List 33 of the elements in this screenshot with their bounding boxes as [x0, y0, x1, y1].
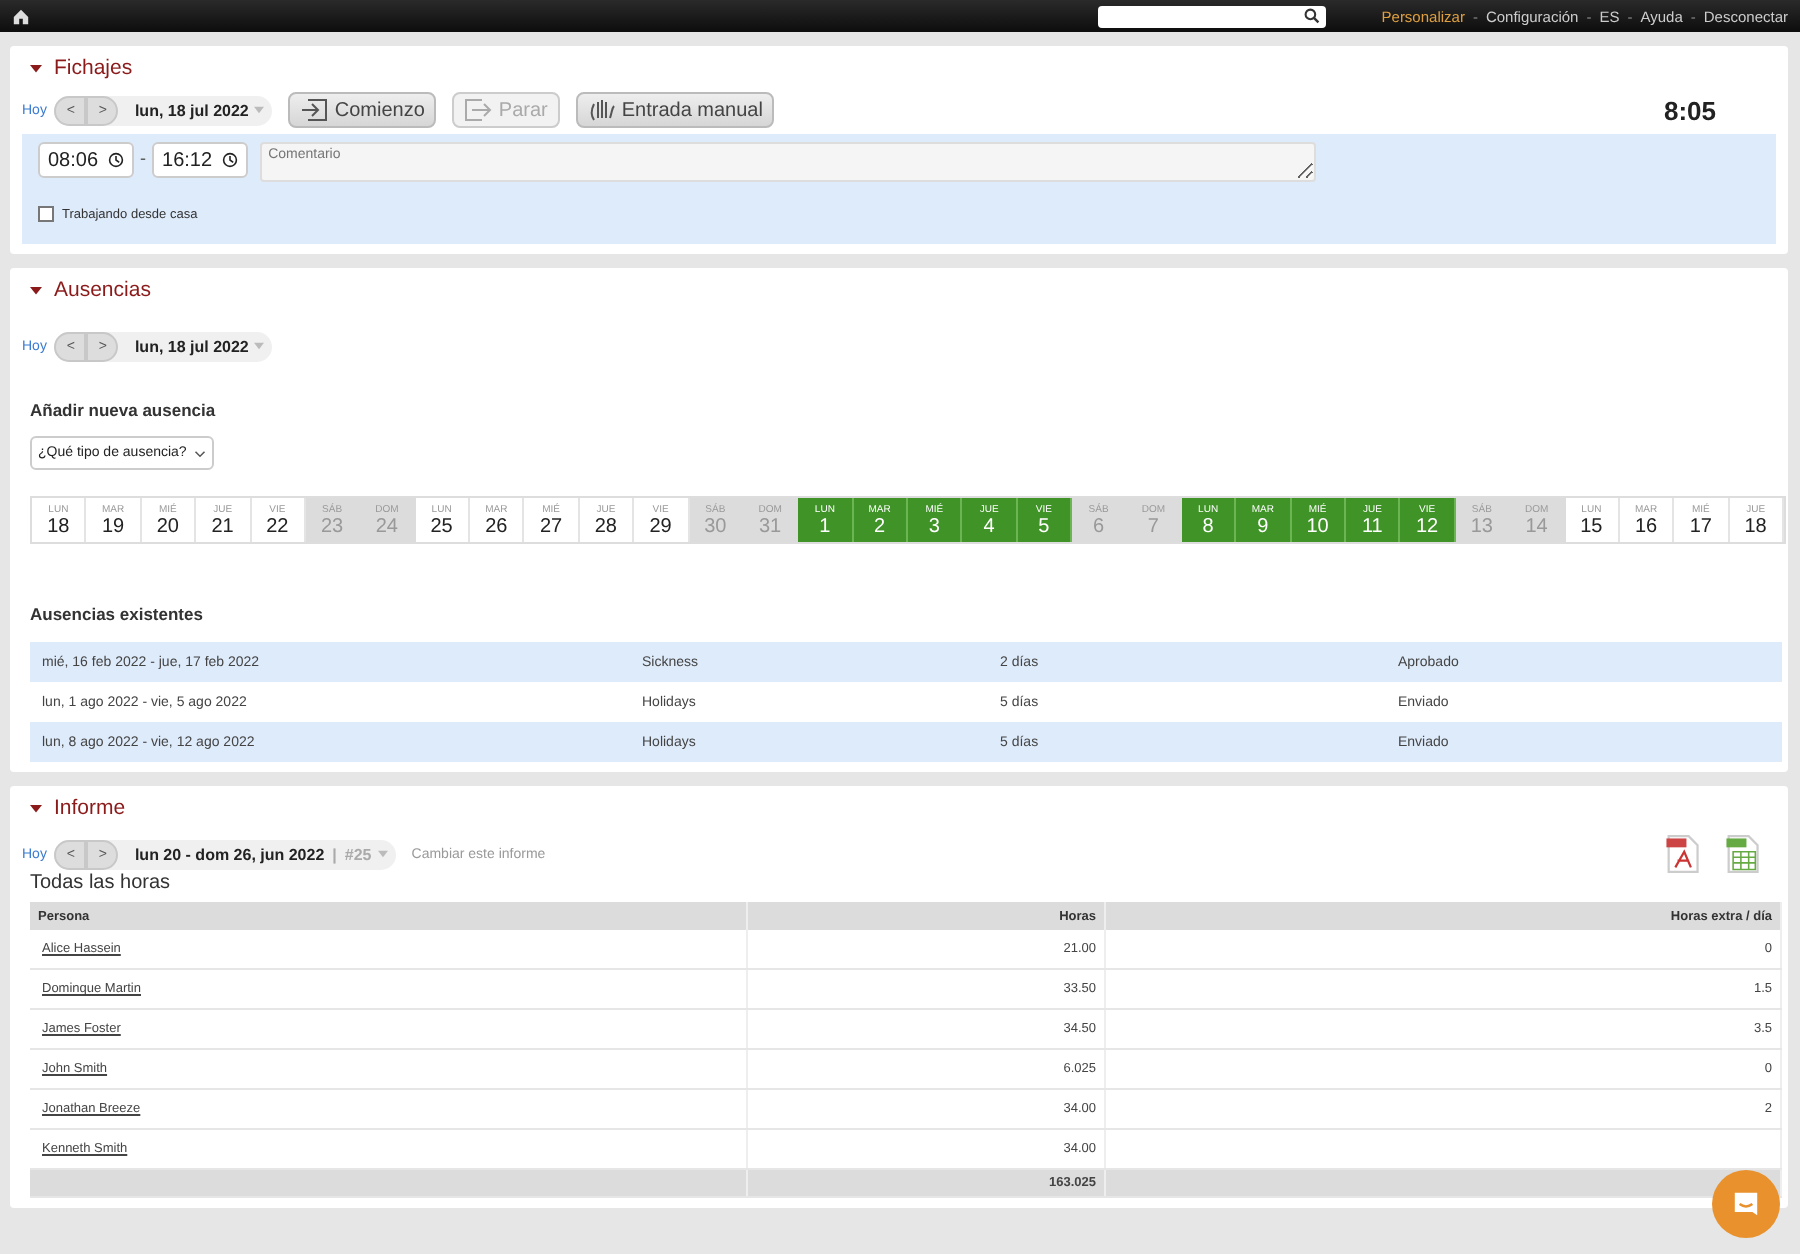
expanded-triangle-icon[interactable] [30, 62, 42, 74]
section-title[interactable]: Fichajes [54, 56, 133, 80]
home-icon[interactable] [12, 7, 30, 25]
search-icon[interactable] [1303, 8, 1320, 24]
action-button[interactable]: Comienzo [288, 92, 437, 128]
enter-arrow-icon [300, 98, 329, 122]
subsection-heading: Añadir nueva ausencia [30, 400, 218, 420]
search-field[interactable] [1097, 5, 1326, 27]
week-picker[interactable]: lun 20 - dom 26, jun 2022 [134, 845, 325, 863]
clock-icon[interactable] [222, 152, 239, 168]
date-picker[interactable]: lun, 18 jul 2022 [134, 337, 249, 355]
date-picker[interactable]: lun, 18 jul 2022 [134, 101, 249, 119]
exit-arrow-icon [464, 98, 493, 122]
subsection-heading: Ausencias existentes [30, 604, 205, 624]
chat-icon [1730, 1188, 1762, 1220]
expanded-triangle-icon[interactable] [30, 284, 42, 296]
week-number: #25 [344, 845, 372, 863]
spreadsheet-file-icon[interactable] [1724, 834, 1760, 874]
separator-text: - [140, 148, 147, 168]
section-title[interactable]: Informe [54, 796, 126, 820]
end-time-field[interactable]: 16:12 [152, 142, 249, 178]
hand-icon [587, 98, 616, 122]
chevron-down-icon [194, 449, 207, 457]
expanded-triangle-icon[interactable] [30, 802, 42, 814]
start-time-field[interactable]: 08:06 [38, 142, 135, 178]
section-title[interactable]: Ausencias [54, 278, 151, 302]
checkbox[interactable] [38, 206, 54, 222]
pdf-file-icon[interactable] [1664, 834, 1700, 874]
separator-text: | [332, 845, 337, 863]
action-button[interactable]: Entrada manual [575, 92, 775, 128]
clock-icon[interactable] [108, 152, 125, 168]
report-title: Todas las horas [30, 872, 173, 894]
elapsed-time: 8:05 [1663, 95, 1716, 125]
